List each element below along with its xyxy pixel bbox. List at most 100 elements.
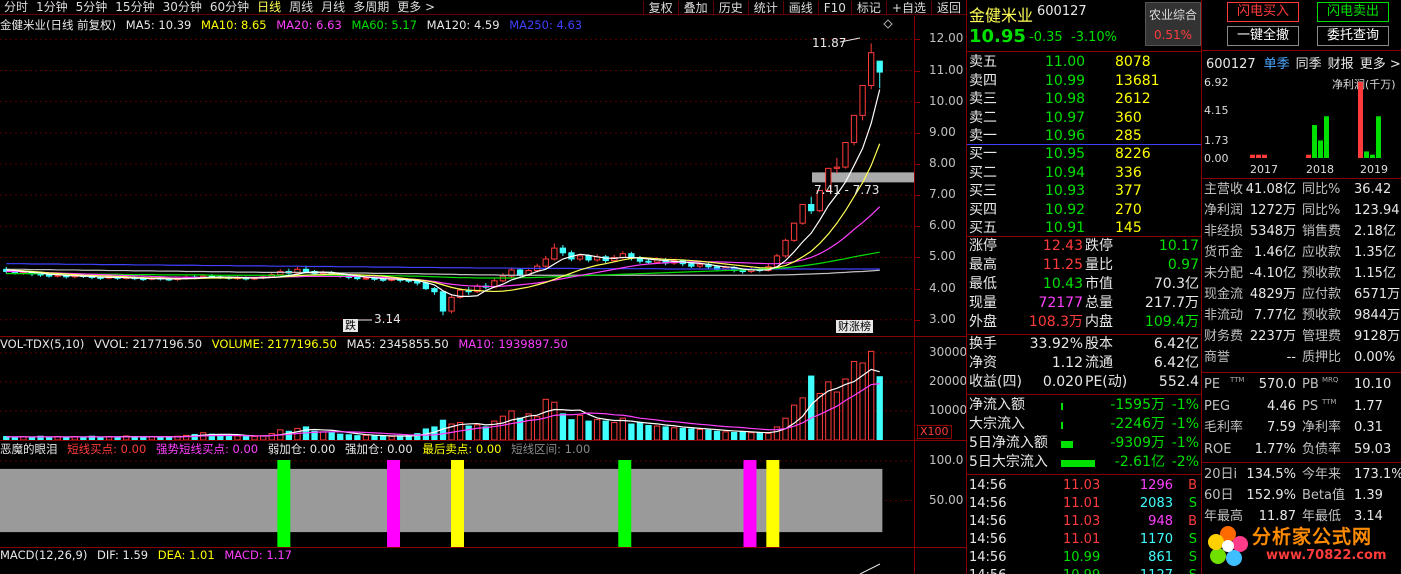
candle-body	[354, 276, 361, 280]
macd-axis	[914, 548, 966, 574]
stat-label: 现量	[969, 295, 997, 311]
tick-price: 11.01	[1063, 532, 1101, 547]
fin-value: 123.94	[1354, 203, 1400, 218]
volume-panel[interactable]: VOL-TDX(5,10) VVOL: 2177196.50 VOLUME: 2…	[0, 337, 914, 440]
candle	[808, 196, 815, 214]
tool-button-2[interactable]: 历史	[712, 0, 748, 15]
stat-label: 换手	[969, 336, 997, 352]
volume-bar	[576, 414, 584, 440]
stat-label: 流通	[1085, 355, 1113, 371]
tool-button-5[interactable]: F10	[817, 0, 851, 15]
tick-time: 14:56	[969, 478, 1007, 493]
volume-bar	[628, 423, 635, 440]
stat-value: 10.43	[1042, 276, 1083, 292]
indicator-panel[interactable]: 恶魔的眼泪 短线买点: 0.00 强势短线买点: 0.00 弱加仓: 0.00 …	[0, 441, 914, 547]
sector-box[interactable]: 农业综合 0.51%	[1145, 2, 1201, 46]
period-tab-5[interactable]: 60分钟	[206, 0, 253, 14]
price-tick: 4.00	[929, 280, 956, 295]
tick-price: 11.03	[1063, 478, 1101, 493]
volume-bar	[688, 428, 695, 440]
tick-side: S	[1188, 550, 1197, 565]
stat-label: 最高	[969, 257, 997, 273]
candle-body	[379, 278, 387, 281]
tool-button-8[interactable]: 返回	[930, 0, 966, 15]
die-marker[interactable]: 跌	[343, 319, 358, 332]
volume-bar	[636, 422, 644, 440]
fin-label: 今年来	[1302, 467, 1342, 482]
tick-side: B	[1188, 478, 1197, 493]
tool-button-1[interactable]: 叠加	[677, 0, 713, 15]
candle-body	[431, 288, 438, 293]
low-annotation: 3.14	[374, 312, 401, 326]
fin-label: 净利率	[1302, 420, 1342, 435]
tool-button-0[interactable]: 复权	[642, 0, 678, 15]
divider	[1202, 50, 1401, 51]
flash-buy-button[interactable]: 闪电买入	[1227, 2, 1299, 22]
volume-bar	[868, 350, 875, 440]
sector-pct: 0.51%	[1153, 28, 1193, 42]
tool-button-4[interactable]: 画线	[782, 0, 818, 15]
kline-chart[interactable]	[0, 16, 914, 336]
period-tab-0[interactable]: 分时	[0, 0, 32, 14]
tick-time: 14:56	[969, 514, 1007, 529]
cancel-all-button[interactable]: 一键全撤	[1227, 26, 1299, 46]
fin-label: PE	[1204, 377, 1221, 392]
candle-body	[859, 84, 866, 116]
period-tab-1[interactable]: 1分钟	[32, 0, 72, 14]
period-tab-10[interactable]: 更多 >	[393, 0, 439, 14]
stat-row: 最高 量比 11.25 0.97	[967, 256, 1201, 275]
period-tab-3[interactable]: 15分钟	[111, 0, 158, 14]
candle-body	[645, 260, 652, 263]
axis-tick-mark	[915, 39, 920, 41]
profit-bar	[1364, 151, 1369, 158]
profit-year: 2017	[1250, 163, 1278, 176]
kline-panel[interactable]: 金健米业(日线 前复权) MA5: 10.39 MA10: 8.65 MA20:…	[0, 16, 914, 336]
macd-panel[interactable]: MACD(12,26,9) DIF: 1.59 DEA: 1.01 MACD: …	[0, 548, 914, 574]
finance-row: PEG 4.46 PS TTM 1.77	[1204, 396, 1401, 417]
bid-level: 买二 10.94 336	[967, 164, 1201, 183]
period-tab-7[interactable]: 周线	[285, 0, 317, 14]
period-tab-2[interactable]: 5分钟	[72, 0, 112, 14]
tick-volume: 1170	[1139, 532, 1173, 547]
volume-bar	[474, 424, 481, 440]
period-tab-4[interactable]: 30分钟	[159, 0, 206, 14]
ask-volume: 2612	[1115, 91, 1151, 107]
period-tab-9[interactable]: 多周期	[349, 0, 393, 14]
fin-label: 非经损	[1204, 224, 1244, 239]
cai-zhang-bang-marker[interactable]: 财涨榜	[836, 320, 873, 333]
tool-button-7[interactable]: +自选	[885, 0, 931, 15]
finance-row: 60日 152.9% Beta值 1.39	[1204, 485, 1401, 506]
fin-value: 6571万	[1354, 287, 1401, 302]
tick-row: 14:56 11.03 948 B	[967, 512, 1201, 531]
flow-label: 5日净流入额	[969, 435, 1048, 451]
ask-volume: 13681	[1115, 72, 1160, 89]
price-tick: 8.00	[929, 155, 956, 170]
indicator-chart[interactable]	[0, 441, 914, 547]
watermark-url: www.70822.com	[1266, 548, 1387, 563]
tool-button-3[interactable]: 统计	[747, 0, 783, 15]
flash-sell-button[interactable]: 闪电卖出	[1317, 2, 1389, 22]
flow-label: 5日大宗流入	[969, 454, 1048, 470]
period-tab-6[interactable]: 日线	[253, 0, 285, 14]
flow-row: 5日净流入额 -9309万 -1%	[967, 434, 1201, 453]
profit-bar	[1376, 116, 1381, 158]
axis-tick-mark	[915, 226, 920, 228]
bid-volume: 270	[1115, 201, 1142, 218]
period-tab-8[interactable]: 月线	[317, 0, 349, 14]
candle	[439, 291, 447, 316]
finance-row: ROE 1.77% 负债率 59.03	[1204, 439, 1401, 460]
ask-price: 11.00	[1045, 54, 1086, 70]
candle	[559, 244, 567, 256]
volume-chart[interactable]	[0, 337, 914, 440]
price-tick: 9.00	[929, 124, 956, 139]
order-query-button[interactable]: 委托查询	[1317, 26, 1389, 46]
price-range-annotation: 7.41 - 7.73	[814, 183, 880, 197]
fin-value: 1.39	[1354, 488, 1383, 503]
stat-label: 外盘	[969, 314, 997, 330]
tool-button-6[interactable]: 标记	[850, 0, 886, 15]
quote-header: 金健米业 600127 农业综合 0.51% 10.95 -0.35 -3.10…	[967, 0, 1201, 50]
profit-bar	[1358, 82, 1363, 158]
stat-row: 涨停 跌停 12.43 10.17	[967, 237, 1201, 256]
fin-label: PS	[1302, 398, 1319, 414]
stat-value: 0.97	[1167, 257, 1199, 273]
